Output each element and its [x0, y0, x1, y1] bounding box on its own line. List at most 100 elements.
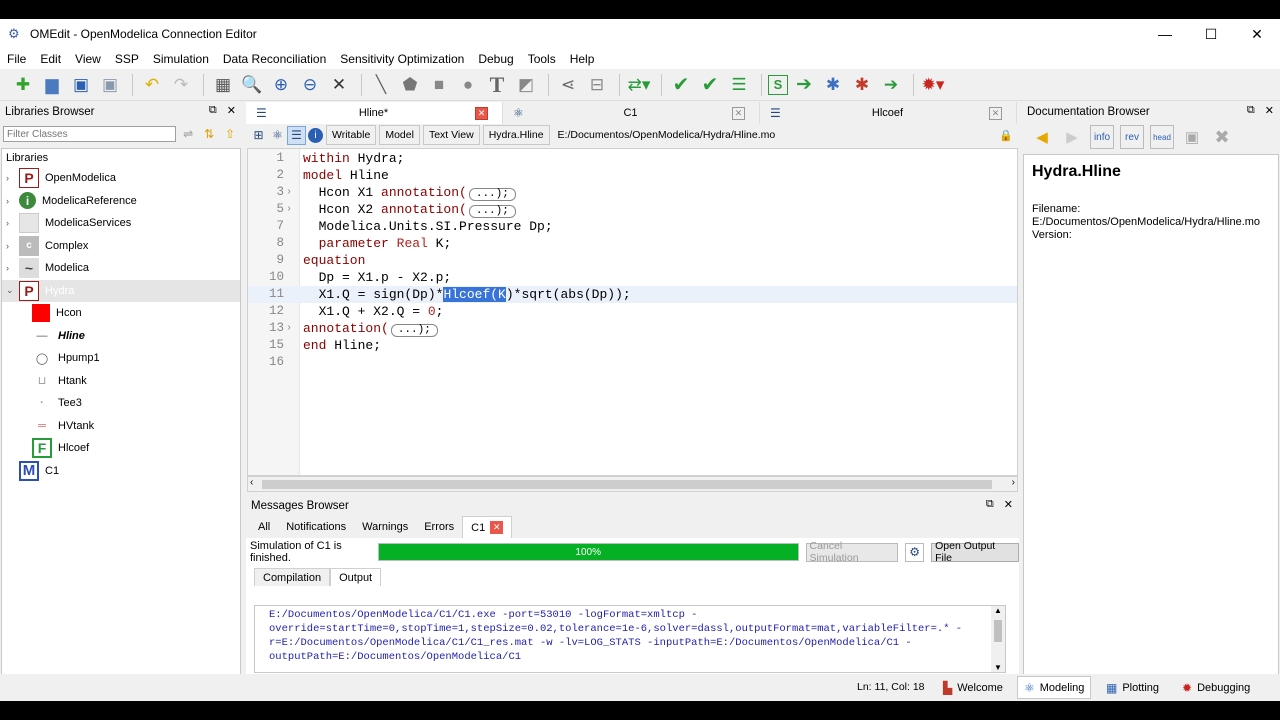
code-line[interactable]: 16 — [248, 354, 1017, 371]
close-tab-icon[interactable]: ✕ — [475, 106, 488, 120]
tree-item-tee3[interactable]: · Tee3 — [2, 392, 240, 415]
ellipse-icon[interactable]: ● — [455, 72, 481, 98]
code-line[interactable]: 15 end Hline; — [248, 337, 1017, 354]
code-line[interactable]: 3 › Hcon X1 annotation(...); — [248, 184, 1017, 201]
sort-icon[interactable]: ⇅ — [200, 125, 218, 143]
save-icon[interactable]: ▣ — [68, 72, 94, 98]
cancel-icon[interactable]: ✖ — [1210, 125, 1234, 149]
code-line[interactable]: 13 › annotation(...); — [248, 320, 1017, 337]
simulation-setup-icon[interactable]: ⚙ — [905, 542, 925, 562]
check-model-icon[interactable]: ✔ — [668, 72, 694, 98]
tree-item-openmodelica[interactable]: › P OpenModelica — [2, 167, 240, 190]
tree-item-complex[interactable]: › c Complex — [2, 235, 240, 258]
scroll-thumb[interactable] — [994, 620, 1002, 642]
menu-help[interactable]: Help — [563, 52, 602, 66]
tree-item-hlcoef[interactable]: F Hlcoef — [2, 437, 240, 460]
horizontal-scrollbar[interactable]: ‹ › — [247, 476, 1018, 492]
menu-view[interactable]: View — [68, 52, 108, 66]
tree-item-hpump1[interactable]: ◯ Hpump1 — [2, 347, 240, 370]
tree-item-hvtank[interactable]: ═ HVtank — [2, 415, 240, 438]
code-line[interactable]: 9 equation — [248, 252, 1017, 269]
code-line-current[interactable]: 11 X1.Q = sign(Dp)*Hlcoef(K)*sqrt(abs(Dp… — [248, 286, 1017, 303]
text-view-button[interactable]: Text View — [422, 125, 480, 145]
scroll-thumb[interactable] — [262, 480, 992, 489]
forward-icon[interactable]: ▶ — [1060, 125, 1084, 149]
tab-all[interactable]: All — [250, 516, 278, 538]
code-line[interactable]: 2 model Hline — [248, 167, 1017, 184]
code-line[interactable]: 8 parameter Real K; — [248, 235, 1017, 252]
menu-tools[interactable]: Tools — [521, 52, 563, 66]
collapse-all-icon[interactable]: ⇧ — [221, 125, 239, 143]
fit-icon[interactable]: ✕ — [326, 72, 352, 98]
redo-icon[interactable]: ↷ — [168, 72, 194, 98]
undock-icon[interactable]: ⧉ — [1247, 104, 1255, 117]
tree-item-hydra[interactable]: ⌄ P Hydra — [2, 279, 240, 302]
connect-icon[interactable]: ⋖ — [555, 72, 581, 98]
menu-debug[interactable]: Debug — [471, 52, 520, 66]
new-icon[interactable]: ✚ — [10, 72, 36, 98]
header-icon[interactable]: head — [1150, 125, 1174, 149]
output-text-area[interactable]: E:/Documentos/OpenModelica/C1/C1.exe -po… — [254, 605, 1006, 673]
tab-hlcoef[interactable]: ☰ Hlcoef ✕ — [760, 102, 1017, 124]
transition-icon[interactable]: ⊟ — [584, 72, 610, 98]
menu-simulation[interactable]: Simulation — [146, 52, 216, 66]
writable-button[interactable]: Writable — [326, 125, 377, 145]
fold-arrow-icon[interactable]: › — [286, 201, 292, 218]
zoom-in-icon[interactable]: ⊕ — [268, 72, 294, 98]
grid-icon[interactable]: ▦ — [210, 72, 236, 98]
scroll-up-icon[interactable]: ▲ — [994, 606, 1002, 615]
back-icon[interactable]: ◀ — [1030, 125, 1054, 149]
fold-arrow-icon[interactable]: › — [286, 320, 292, 337]
close-icon[interactable]: ✕ — [227, 104, 236, 117]
code-line[interactable]: 12 X1.Q + X2.Q = 0; — [248, 303, 1017, 320]
fold-arrow-icon[interactable]: › — [286, 184, 292, 201]
text-view-icon[interactable]: ☰ — [287, 125, 306, 145]
scroll-down-icon[interactable]: ▼ — [994, 663, 1002, 672]
menu-ssp[interactable]: SSP — [108, 52, 146, 66]
class-name-button[interactable]: Hydra.Hline — [482, 125, 550, 145]
open-icon[interactable]: ▆ — [39, 72, 65, 98]
expand-arrow-icon[interactable]: › — [6, 196, 9, 206]
code-line[interactable]: 5 › Hcon X2 annotation(...); — [248, 201, 1017, 218]
simulate-animation-icon[interactable]: ✱ — [849, 72, 875, 98]
close-tab-icon[interactable]: ✕ — [732, 106, 745, 120]
bitmap-icon[interactable]: ◩ — [513, 72, 539, 98]
tree-item-modelica[interactable]: › ~ Modelica — [2, 257, 240, 280]
selected-text[interactable]: Hlcoef(K — [443, 287, 506, 302]
tab-c1[interactable]: ⚛ C1 ✕ — [503, 102, 760, 124]
zoom-out-icon[interactable]: ⊖ — [297, 72, 323, 98]
tree-item-hcon[interactable]: Hcon — [2, 302, 240, 325]
tab-output[interactable]: Output — [330, 568, 382, 586]
close-tab-icon[interactable]: ✕ — [989, 106, 1002, 120]
tree-item-modelicaservices[interactable]: › ModelicaServices — [2, 212, 240, 235]
tree-item-c1[interactable]: M C1 — [2, 460, 240, 483]
maximize-button[interactable]: ☐ — [1188, 19, 1234, 49]
menu-edit[interactable]: Edit — [33, 52, 68, 66]
simulate-debug-icon[interactable]: ✱ — [820, 72, 846, 98]
annotation-fold[interactable]: ...); — [468, 205, 516, 218]
tab-errors[interactable]: Errors — [416, 516, 462, 538]
tab-compilation[interactable]: Compilation — [254, 568, 331, 586]
expand-arrow-icon[interactable]: › — [6, 218, 9, 228]
icon-view-icon[interactable]: ⊞ — [249, 126, 268, 145]
close-icon[interactable]: ✕ — [1004, 498, 1013, 511]
code-line[interactable]: 10 Dp = X1.p - X2.p; — [248, 269, 1017, 286]
revisions-icon[interactable]: rev — [1120, 125, 1144, 149]
filter-options-icon[interactable]: ⇌ — [179, 125, 197, 143]
rectangle-icon[interactable]: ■ — [426, 72, 452, 98]
expand-arrow-icon[interactable]: › — [6, 173, 9, 183]
perspective-debugging-button[interactable]: ✹ Debugging — [1175, 676, 1257, 699]
simulate-alg-icon[interactable]: ➔ — [878, 72, 904, 98]
instantiate-icon[interactable]: ☰ — [726, 72, 752, 98]
code-editor[interactable]: 1 within Hydra; 2 model Hline 3 › Hcon X1 a… — [247, 148, 1018, 476]
model-button[interactable]: Model — [379, 125, 420, 145]
tab-hline[interactable]: ☰ Hline* ✕ — [246, 102, 503, 124]
code-line[interactable]: 7 Modelica.Units.SI.Pressure Dp; — [248, 218, 1017, 235]
perspective-modeling-button[interactable]: ⚛ Modeling — [1017, 676, 1092, 699]
close-window-button[interactable]: ✕ — [1234, 19, 1280, 49]
menu-sensitivity-optimization[interactable]: Sensitivity Optimization — [333, 52, 471, 66]
undock-icon[interactable]: ⧉ — [986, 498, 994, 511]
diagram-view-icon[interactable]: ⚛ — [268, 126, 287, 145]
expand-arrow-icon[interactable]: › — [6, 263, 9, 273]
polygon-icon[interactable]: ⬟ — [397, 72, 423, 98]
